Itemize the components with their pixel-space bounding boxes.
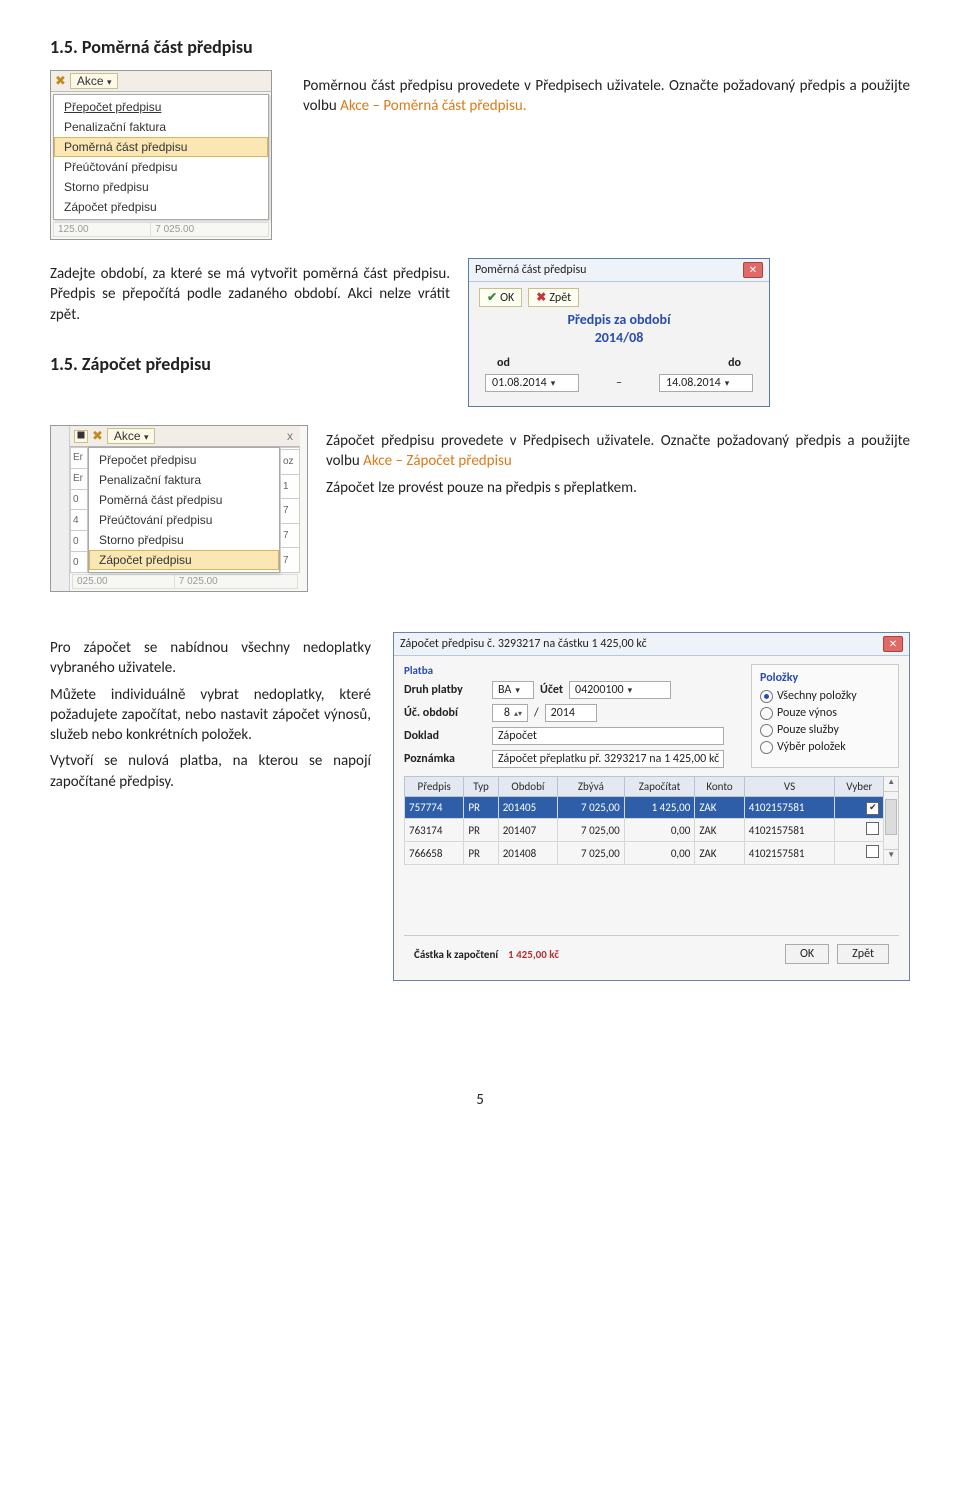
druh-platby-label: Druh platby — [404, 683, 484, 697]
footer-label: Částka k započtení — [414, 948, 498, 961]
table-header-row: Předpis Typ Období Zbývá Započítat Konto… — [405, 777, 884, 797]
body-paragraph-3: Zápočet předpisu provedete v Předpisech … — [326, 431, 910, 472]
body-paragraph-1: Poměrnou část předpisu provedete v Předp… — [303, 76, 910, 117]
body-paragraph-2: Zadejte období, za které se má vytvořit … — [50, 264, 450, 325]
ucet-field[interactable]: 04200100 — [569, 681, 671, 699]
ok-button[interactable]: ✔OK — [479, 288, 522, 307]
ucet-label: Účet — [540, 683, 563, 697]
predpis-table: Předpis Typ Období Zbývá Započítat Konto… — [404, 776, 884, 865]
table-row[interactable]: 757774 PR 201405 7 025,00 1 425,00 ZAK 4… — [405, 797, 884, 819]
uc-obdobi-label: Úč. období — [404, 706, 484, 720]
section-1-5-title: 1.5. Poměrná část předpisu — [50, 36, 910, 58]
table-row[interactable]: 766658 PR 201408 7 025,00 0,00 ZAK 41021… — [405, 842, 884, 865]
menu-item-prepocet[interactable]: Přepočet předpisu — [54, 97, 268, 117]
vyber-checkbox[interactable] — [866, 802, 879, 815]
gear-icon: ✖ — [92, 428, 103, 444]
vyber-checkbox[interactable] — [866, 845, 879, 858]
doklad-field[interactable]: Zápočet — [492, 727, 724, 745]
close-icon[interactable]: ✕ — [743, 262, 763, 278]
menu-item-storno[interactable]: Storno předpisu — [89, 530, 279, 550]
radio-vyber[interactable] — [760, 741, 773, 754]
screenshot-akce-menu-2: ⯀ ✖ Akce ▾ x Er Er 0 4 0 0 — [50, 425, 308, 592]
body-paragraph-6: Můžete individuálně vybrat nedoplatky, k… — [50, 685, 371, 746]
screenshot-offset-dialog: Zápočet předpisu č. 3293217 na částku 1 … — [393, 632, 910, 981]
back-button[interactable]: Zpět — [837, 944, 889, 964]
doklad-label: Doklad — [404, 729, 484, 743]
radio-vsechny[interactable] — [760, 690, 773, 703]
screenshot-akce-menu-1: ✖ Akce ▾ Přepočet předpisu Penalizační f… — [50, 70, 272, 240]
table-row[interactable]: 763174 PR 201407 7 025,00 0,00 ZAK 41021… — [405, 819, 884, 842]
vyber-checkbox[interactable] — [866, 822, 879, 835]
menu-item-penalizacni[interactable]: Penalizační faktura — [89, 470, 279, 490]
uc-obdobi-year[interactable]: 2014 — [545, 704, 597, 722]
scrollbar[interactable]: ▲ ▼ — [884, 776, 899, 865]
polozky-group: Položky Všechny položky Pouze výnos Pouz… — [751, 664, 899, 768]
od-label: od — [497, 356, 510, 370]
dialog-title: Zápočet předpisu č. 3293217 na částku 1 … — [400, 637, 647, 651]
menu-item-zapocet[interactable]: Zápočet předpisu — [54, 197, 268, 217]
menu-item-zapocet[interactable]: Zápočet předpisu — [89, 550, 279, 570]
close-icon[interactable]: ✕ — [883, 636, 903, 652]
back-button[interactable]: ✖Zpět — [528, 288, 579, 307]
menu-item-preuctovani[interactable]: Přeúčtování předpisu — [54, 157, 268, 177]
date-to-field[interactable]: 14.08.2014 — [659, 374, 753, 392]
screenshot-period-dialog: Poměrná část předpisu ✕ ✔OK ✖Zpět Předpi… — [468, 258, 770, 407]
poznamka-label: Poznámka — [404, 752, 484, 766]
date-from-field[interactable]: 01.08.2014 — [485, 374, 579, 392]
tab-handle[interactable]: ⯀ — [74, 430, 88, 443]
menu-item-penalizacni[interactable]: Penalizační faktura — [54, 117, 268, 137]
poznamka-field[interactable]: Zápočet přeplatku př. 3293217 na 1 425,0… — [492, 750, 724, 768]
akce-button[interactable]: Akce ▾ — [107, 428, 156, 444]
grid-fragment: 125.00 7 025.00 — [53, 222, 269, 237]
platba-label: Platba — [404, 664, 741, 677]
menu-item-pomerna[interactable]: Poměrná část předpisu — [89, 490, 279, 510]
body-paragraph-7: Vytvoří se nulová platba, na kterou se n… — [50, 751, 371, 792]
radio-vynos[interactable] — [760, 707, 773, 720]
menu-item-preuctovani[interactable]: Přeúčtování předpisu — [89, 510, 279, 530]
page-number: 5 — [50, 1091, 910, 1109]
akce-button[interactable]: Akce ▾ — [70, 73, 119, 89]
druh-platby-field[interactable]: BA — [492, 681, 534, 699]
menu-item-pomerna[interactable]: Poměrná část předpisu — [54, 137, 268, 157]
gear-icon: ✖ — [55, 73, 66, 89]
menu-item-prepocet[interactable]: Přepočet předpisu — [89, 450, 279, 470]
radio-sluzby[interactable] — [760, 724, 773, 737]
uc-obdobi-month[interactable]: 8 — [492, 704, 528, 722]
body-paragraph-4: Zápočet lze provést pouze na předpis s p… — [326, 478, 910, 498]
dialog-title: Poměrná část předpisu — [475, 263, 586, 277]
body-paragraph-5: Pro zápočet se nabídnou všechny nedoplat… — [50, 638, 371, 679]
footer-amount: 1 425,00 kč — [508, 948, 559, 961]
menu-item-storno[interactable]: Storno předpisu — [54, 177, 268, 197]
section-1-5-zapocet-title: 1.5. Zápočet předpisu — [50, 353, 450, 375]
do-label: do — [728, 356, 741, 370]
close-x[interactable]: x — [284, 429, 296, 443]
ok-button[interactable]: OK — [785, 944, 829, 964]
